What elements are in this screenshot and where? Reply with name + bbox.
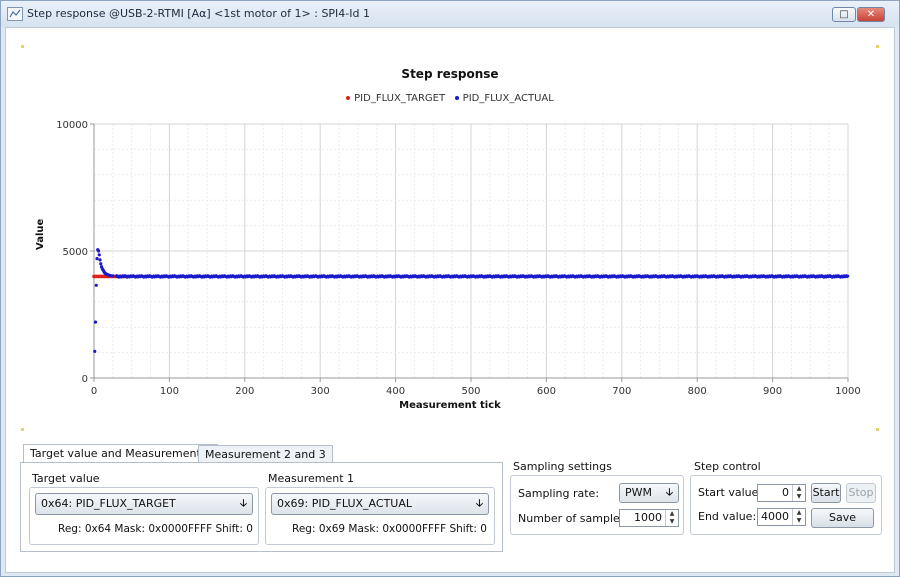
measurement1-select[interactable]: 0x69: PID_FLUX_ACTUAL 🡣: [271, 493, 489, 515]
tab-measurement-2-3[interactable]: Measurement 2 and 3: [198, 445, 333, 463]
spinner-arrows-icon[interactable]: ▲ ▼: [792, 485, 805, 501]
end-value-label: End value:: [698, 510, 757, 523]
start-value-spinbox[interactable]: 0 ▲ ▼: [757, 484, 806, 502]
y-tick-label: 5000: [63, 247, 88, 258]
x-tick-label: 300: [311, 386, 330, 397]
x-tick-label: 600: [537, 386, 556, 397]
x-tick-label: 200: [235, 386, 254, 397]
sampling-rate-label: Sampling rate:: [518, 487, 600, 500]
target-value-reg-info: Reg: 0x64 Mask: 0x0000FFFF Shift: 0: [58, 523, 253, 535]
actual-point: [99, 262, 103, 266]
actual-point: [96, 249, 101, 253]
x-axis-label: Measurement tick: [399, 400, 501, 411]
dropdown-arrow-icon: 🡣: [239, 498, 247, 509]
step-control-title: Step control: [694, 460, 761, 473]
measurement1-label: Measurement 1: [268, 472, 355, 485]
actual-point: [93, 349, 97, 353]
x-tick-label: 900: [763, 386, 782, 397]
x-tick-label: 500: [461, 386, 480, 397]
actual-point: [93, 320, 98, 324]
save-button[interactable]: Save: [811, 508, 874, 528]
end-value: 4000: [761, 510, 789, 523]
y-axis-label: Value: [35, 218, 46, 250]
samples-value: 1000: [634, 511, 662, 524]
window-title: Step response @USB-2-RTMI [Aα] <1st moto…: [27, 7, 370, 20]
measurement1-group: 0x69: PID_FLUX_ACTUAL 🡣 Reg: 0x69 Mask: …: [265, 487, 495, 545]
x-tick-label: 1000: [835, 386, 860, 397]
restore-button[interactable]: □: [832, 7, 856, 22]
actual-point: [111, 274, 115, 278]
samples-label: Number of samples:: [518, 512, 630, 525]
restore-icon: □: [839, 9, 849, 20]
target-value-group: 0x64: PID_FLUX_TARGET 🡣 Reg: 0x64 Mask: …: [29, 487, 259, 545]
tab-target-measurement0[interactable]: Target value and Measurement 0: [23, 444, 219, 463]
x-tick-label: 0: [91, 386, 97, 397]
close-button[interactable]: ✕: [857, 7, 885, 22]
stop-button[interactable]: Stop: [846, 483, 876, 503]
start-button[interactable]: Start: [811, 483, 841, 503]
samples-spinbox[interactable]: 1000 ▲ ▼: [619, 509, 679, 527]
target-value-label: Target value: [32, 472, 100, 485]
actual-point: [846, 274, 850, 278]
x-tick-label: 100: [160, 386, 179, 397]
actual-point: [94, 283, 98, 287]
target-value-select[interactable]: 0x64: PID_FLUX_TARGET 🡣: [35, 493, 253, 515]
actual-point: [98, 258, 102, 262]
chart-app-icon: [7, 7, 23, 21]
start-value: 0: [782, 486, 789, 499]
actual-point: [95, 257, 99, 261]
chart-panel: Step response PID_FLUX_TARGET PID_FLUX_A…: [21, 45, 879, 431]
measurement1-reg-info: Reg: 0x69 Mask: 0x0000FFFF Shift: 0: [292, 523, 487, 535]
step-control-group: Start value: 0 ▲ ▼ Start Stop End value: …: [690, 475, 882, 535]
sampling-settings-group: Sampling rate: PWM 🡣 Number of samples: …: [510, 475, 684, 535]
sampling-rate-select[interactable]: PWM 🡣: [619, 483, 679, 503]
spinner-arrows-icon[interactable]: ▲ ▼: [665, 510, 678, 526]
actual-point: [97, 253, 101, 257]
chart-plot[interactable]: 0 100 200 300 400 500 600 700 800 900 100005000100…: [21, 45, 879, 431]
step-response-window: Step response @USB-2-RTMI [Aα] <1st moto…: [0, 0, 900, 577]
y-tick-label: 0: [82, 374, 88, 385]
target-value-selected: 0x64: PID_FLUX_TARGET: [41, 497, 176, 510]
end-value-spinbox[interactable]: 4000 ▲ ▼: [757, 508, 806, 526]
dropdown-arrow-icon: 🡣: [475, 498, 483, 509]
sampling-settings-title: Sampling settings: [513, 460, 612, 473]
x-tick-label: 800: [688, 386, 707, 397]
tab-body: Target value 0x64: PID_FLUX_TARGET 🡣 Reg…: [20, 462, 503, 552]
x-tick-label: 400: [386, 386, 405, 397]
x-tick-label: 700: [612, 386, 631, 397]
sampling-rate-value: PWM: [625, 486, 653, 499]
spinner-arrows-icon[interactable]: ▲ ▼: [792, 509, 805, 525]
start-value-label: Start value:: [698, 486, 763, 499]
measurement1-selected: 0x69: PID_FLUX_ACTUAL: [277, 497, 412, 510]
y-tick-label: 10000: [56, 120, 88, 131]
close-icon: ✕: [866, 9, 876, 20]
dropdown-arrow-icon: 🡣: [665, 487, 673, 498]
title-bar[interactable]: Step response @USB-2-RTMI [Aα] <1st moto…: [1, 1, 899, 27]
